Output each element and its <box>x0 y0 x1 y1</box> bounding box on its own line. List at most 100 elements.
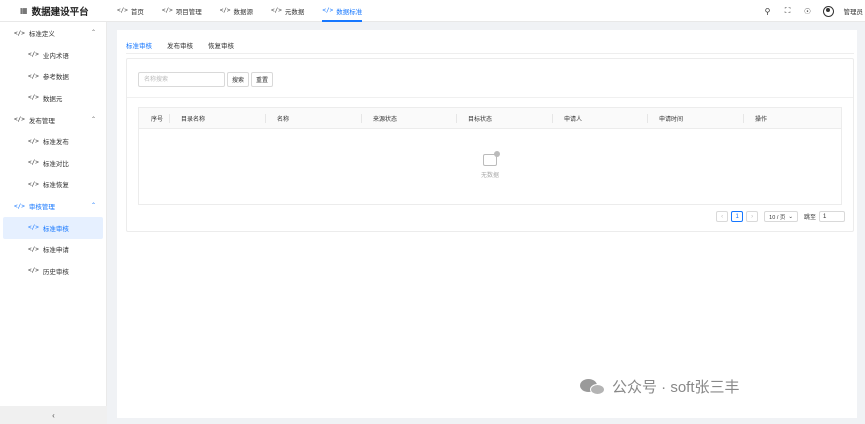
card-divider <box>127 97 853 98</box>
sidebar-group-label: 标准定义 <box>28 31 55 38</box>
brand[interactable]: ▦ 数据建设平台 <box>0 0 107 22</box>
review-tabs: 标准审核 发布审核 恢复审核 <box>126 40 234 54</box>
app-title: 数据建设平台 <box>31 6 89 18</box>
top-nav: </> 首页 </> 项目管理 </> 数据源 </> 元数据 </> 数据标准 <box>117 0 380 22</box>
column-header-name: 名称 <box>265 108 361 129</box>
sidebar-group-label: 发布管理 <box>28 117 55 125</box>
sidebar-group-release-management[interactable]: </> 发布管理 ⌃ <box>0 109 106 131</box>
top-nav-label: 数据源 <box>233 8 254 16</box>
sidebar-group-review-management[interactable]: </> 审核管理 ⌃ <box>0 195 106 217</box>
code-icon: </> <box>28 267 39 275</box>
column-header-actions: 操作 <box>743 108 841 129</box>
code-icon: </> <box>271 7 282 14</box>
tab-standard-review[interactable]: 标准审核 <box>126 40 152 54</box>
top-nav-label: 首页 <box>130 8 144 16</box>
page-button-current[interactable]: 1 <box>731 211 744 222</box>
empty-state: 无数据 <box>139 129 841 204</box>
jump-page-input[interactable]: 1 <box>819 211 845 222</box>
column-header-apply-time: 申请时间 <box>647 108 743 129</box>
top-right-tools: ⚲ ⛶ ☉ 管理员 <box>763 0 865 22</box>
shield-icon[interactable]: ☉ <box>803 7 813 16</box>
table-header: 序号 目录名称 名称 来源状态 目标状态 申请人 申请时间 操作 <box>139 108 841 129</box>
pagination: ‹ 1 › 10 / 页 ⌄ 跳至 1 <box>716 211 845 222</box>
sidebar-item-reference-data[interactable]: </> 参考数据 <box>0 66 106 88</box>
sidebar-group-label: 审核管理 <box>28 204 55 211</box>
page-size-value: 10 / 页 <box>769 214 786 221</box>
next-page-button[interactable]: › <box>746 211 759 222</box>
fullscreen-icon[interactable]: ⛶ <box>783 6 793 16</box>
sidebar-item-industry-terms[interactable]: </> 业内术语 <box>0 44 106 66</box>
sidebar-item-label: 标准对比 <box>42 160 69 168</box>
watermark: 公众号 · soft张三丰 <box>580 376 740 397</box>
review-card: 搜索 重置 序号 目录名称 名称 来源状态 目标状态 申请人 申请时间 操作 无… <box>126 58 854 232</box>
tab-restore-review[interactable]: 恢复审核 <box>208 40 234 54</box>
user-name[interactable]: 管理员 <box>844 6 864 16</box>
jump-label: 跳至 <box>803 215 816 221</box>
empty-text: 无数据 <box>480 173 499 179</box>
code-icon: </> <box>28 180 39 188</box>
sidebar-item-standard-compare[interactable]: </> 标准对比 <box>0 152 106 174</box>
sidebar-item-label: 参考数据 <box>42 74 69 82</box>
code-icon: </> <box>14 116 25 123</box>
reset-button[interactable]: 重置 <box>251 72 274 87</box>
code-icon: </> <box>28 72 39 80</box>
sidebar: </> 标准定义 ⌃ </> 业内术语 </> 参考数据 </> 数据元 </> 发布管理 ⌃… <box>0 22 107 424</box>
code-icon: </> <box>28 224 39 232</box>
code-icon: </> <box>28 137 39 145</box>
code-icon: </> <box>28 51 39 59</box>
wechat-icon <box>580 377 606 397</box>
top-nav-label: 元数据 <box>284 8 305 16</box>
sidebar-item-label: 数据元 <box>42 95 63 103</box>
column-header-applicant: 申请人 <box>552 108 647 129</box>
column-header-source-status: 来源状态 <box>361 108 456 129</box>
code-icon: </> <box>14 202 25 210</box>
sidebar-item-label: 标准发布 <box>42 139 69 147</box>
chevron-left-icon: ‹ <box>52 410 55 420</box>
top-nav-datasource[interactable]: </> 数据源 <box>220 0 253 22</box>
code-icon: </> <box>117 7 128 14</box>
top-bar: ▦ 数据建设平台 </> 首页 </> 项目管理 </> 数据源 </> 元数据 </>… <box>0 0 865 22</box>
column-header-directory: 目录名称 <box>169 108 265 129</box>
sidebar-item-standard-review[interactable]: </> 标准审核 <box>3 217 103 239</box>
tab-release-review[interactable]: 发布审核 <box>167 40 193 54</box>
sidebar-item-label: 标准恢复 <box>42 182 69 190</box>
sidebar-item-label: 标准申请 <box>42 247 69 255</box>
name-search-input[interactable] <box>138 72 225 87</box>
top-nav-metadata[interactable]: </> 元数据 <box>271 0 304 22</box>
column-header-target-status: 目标状态 <box>456 108 552 129</box>
avatar[interactable] <box>822 5 834 17</box>
search-bar: 搜索 重置 <box>138 72 274 87</box>
review-table: 序号 目录名称 名称 来源状态 目标状态 申请人 申请时间 操作 无数据 <box>138 107 842 205</box>
code-icon: </> <box>219 7 231 14</box>
code-icon: </> <box>322 7 334 14</box>
tabs-divider <box>126 53 854 54</box>
sidebar-item-review-history[interactable]: </> 历史审核 <box>0 260 106 282</box>
column-header-index: 序号 <box>151 116 164 123</box>
code-icon: </> <box>14 29 25 37</box>
sidebar-item-standard-restore[interactable]: </> 标准恢复 <box>0 174 106 196</box>
top-nav-label: 项目管理 <box>175 8 202 16</box>
sidebar-collapse-button[interactable]: ‹ <box>0 406 107 424</box>
sidebar-item-standard-release[interactable]: </> 标准发布 <box>0 131 106 153</box>
chevron-down-icon: ⌄ <box>788 213 793 220</box>
chevron-up-icon: ⌃ <box>90 203 96 209</box>
code-icon: </> <box>161 7 173 14</box>
sidebar-item-standard-application[interactable]: </> 标准申请 <box>0 239 106 261</box>
top-nav-data-standard[interactable]: </> 数据标准 <box>322 0 362 22</box>
sidebar-group-standard-definition[interactable]: </> 标准定义 ⌃ <box>0 22 106 44</box>
search-button[interactable]: 搜索 <box>227 72 250 87</box>
chevron-up-icon: ⌃ <box>90 30 96 36</box>
code-icon: </> <box>28 159 39 167</box>
code-icon: </> <box>28 94 39 102</box>
top-nav-projects[interactable]: </> 项目管理 <box>162 0 202 22</box>
sidebar-item-data-element[interactable]: </> 数据元 <box>0 87 106 109</box>
top-nav-home[interactable]: </> 首页 <box>117 0 144 22</box>
search-icon[interactable]: ⚲ <box>763 7 773 16</box>
chevron-up-icon: ⌃ <box>90 116 96 123</box>
main-panel: 标准审核 发布审核 恢复审核 搜索 重置 序号 目录名称 名称 来源状态 目标状… <box>117 30 857 418</box>
watermark-text: 公众号 · soft张三丰 <box>612 379 740 396</box>
sidebar-item-label: 业内术语 <box>42 52 69 60</box>
page-size-select[interactable]: 10 / 页 ⌄ <box>764 211 798 222</box>
prev-page-button[interactable]: ‹ <box>716 211 729 222</box>
code-icon: </> <box>28 245 39 253</box>
